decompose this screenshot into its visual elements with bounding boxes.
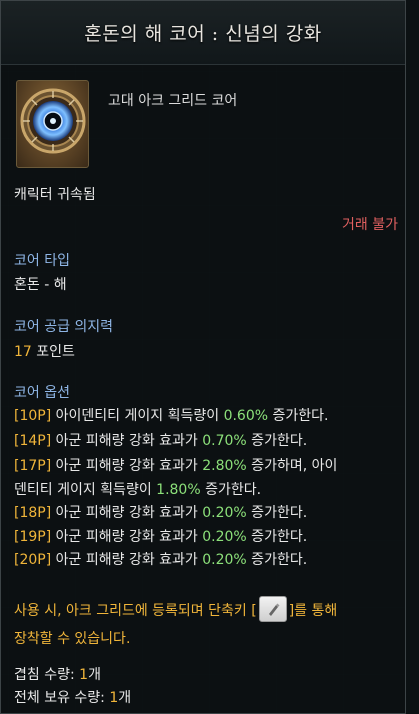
total-label: 전체 보유 수량:: [14, 690, 110, 706]
usage-note-text-a: 사용 시, 아크 그리드에 등록되며 단축키 [: [14, 603, 257, 619]
core-option-text: 증가한다.: [200, 482, 262, 498]
total-unit: 개: [118, 690, 132, 706]
core-options-label: 코어 옵션: [14, 385, 70, 401]
tooltip-title-bar: 혼돈의 해 코어 : 신념의 강화: [1, 1, 405, 65]
core-type-value: 혼돈 - 해: [14, 277, 67, 293]
core-option-text: 증가한다.: [246, 433, 308, 449]
core-option-text: 아군 피해량 강화 효과가: [51, 433, 203, 449]
item-icon-frame: [16, 80, 89, 168]
stack-unit: 개: [88, 667, 101, 683]
usage-note-text-b: ]를 통해: [288, 603, 338, 619]
core-option-text: 증가하며, 아이: [246, 458, 338, 474]
core-option-text: 증가한다.: [246, 505, 308, 521]
core-option-percent: 0.60%: [223, 408, 269, 424]
core-option-percent: 0.20%: [202, 552, 247, 568]
core-option-tag: [17P]: [14, 458, 52, 474]
chaos-sun-core-icon: [20, 88, 86, 154]
stack-quantity: 겹침 수량: 1개: [14, 665, 101, 685]
core-type-label: 코어 타입: [14, 253, 70, 269]
pencil-key-icon: [258, 596, 287, 622]
core-option-line: 덴티티 게이지 획득량이 1.80% 증가한다.: [14, 480, 261, 500]
background-edge: [406, 0, 419, 714]
core-option-text: 아군 피해량 강화 효과가: [51, 529, 203, 545]
core-option-percent: 0.20%: [202, 505, 247, 521]
willpower-label: 코어 공급 의지력: [14, 319, 114, 335]
core-option-text: 증가한다.: [246, 529, 308, 545]
core-option-tag: [10P]: [14, 408, 52, 424]
core-option-text: 아군 피해량 강화 효과가: [51, 505, 203, 521]
core-option-line: [18P] 아군 피해량 강화 효과가 0.20% 증가한다.: [14, 503, 307, 523]
core-option-text: 아이덴티티 게이지 획득량이: [51, 408, 224, 424]
total-quantity: 전체 보유 수량: 1개: [14, 688, 131, 708]
core-option-text: 증가한다.: [246, 552, 308, 568]
core-option-text: 증가한다.: [268, 408, 329, 424]
core-option-tag: [18P]: [14, 505, 52, 521]
core-option-line: [19P] 아군 피해량 강화 효과가 0.20% 증가한다.: [14, 527, 307, 547]
item-grade-name: 고대 아크 그리드 코어: [108, 93, 238, 109]
item-tooltip: 혼돈의 해 코어 : 신념의 강화 고대 아크 그리드 코어 캐릭터 귀속됨 거…: [0, 0, 406, 714]
core-option-tag: [20P]: [14, 552, 52, 568]
core-option-percent: 0.70%: [202, 433, 247, 449]
item-title: 혼돈의 해 코어 : 신념의 강화: [84, 23, 322, 45]
core-option-tag: [19P]: [14, 529, 52, 545]
core-option-text: 아군 피해량 강화 효과가: [51, 458, 203, 474]
usage-note-line1: 사용 시, 아크 그리드에 등록되며 단축키 [ ]를 통해: [14, 596, 338, 624]
core-option-percent: 0.20%: [202, 529, 247, 545]
core-option-line: [20P] 아군 피해량 강화 효과가 0.20% 증가한다.: [14, 550, 307, 570]
core-option-percent: 1.80%: [156, 482, 201, 498]
core-option-tag: [14P]: [14, 433, 52, 449]
willpower-amount: 17: [14, 344, 32, 360]
willpower-unit: 포인트: [31, 344, 75, 360]
stack-value: 1: [79, 667, 89, 683]
usage-note-line2: 장착할 수 있습니다.: [14, 631, 131, 647]
core-option-text: 덴티티 게이지 획득량이: [14, 482, 157, 498]
core-option-line: [17P] 아군 피해량 강화 효과가 2.80% 증가하며, 아이: [14, 456, 337, 476]
binding-status: 캐릭터 귀속됨: [14, 187, 96, 203]
core-option-line: [14P] 아군 피해량 강화 효과가 0.70% 증가한다.: [14, 431, 307, 451]
core-option-text: 아군 피해량 강화 효과가: [51, 552, 203, 568]
core-option-percent: 2.80%: [202, 458, 247, 474]
stack-label: 겹침 수량:: [14, 667, 80, 683]
trade-status: 거래 불가: [342, 217, 398, 233]
total-value: 1: [109, 690, 119, 706]
core-option-line: [10P] 아이덴티티 게이지 획득량이 0.60% 증가한다.: [14, 406, 328, 426]
willpower-value: 17 포인트: [14, 342, 75, 362]
